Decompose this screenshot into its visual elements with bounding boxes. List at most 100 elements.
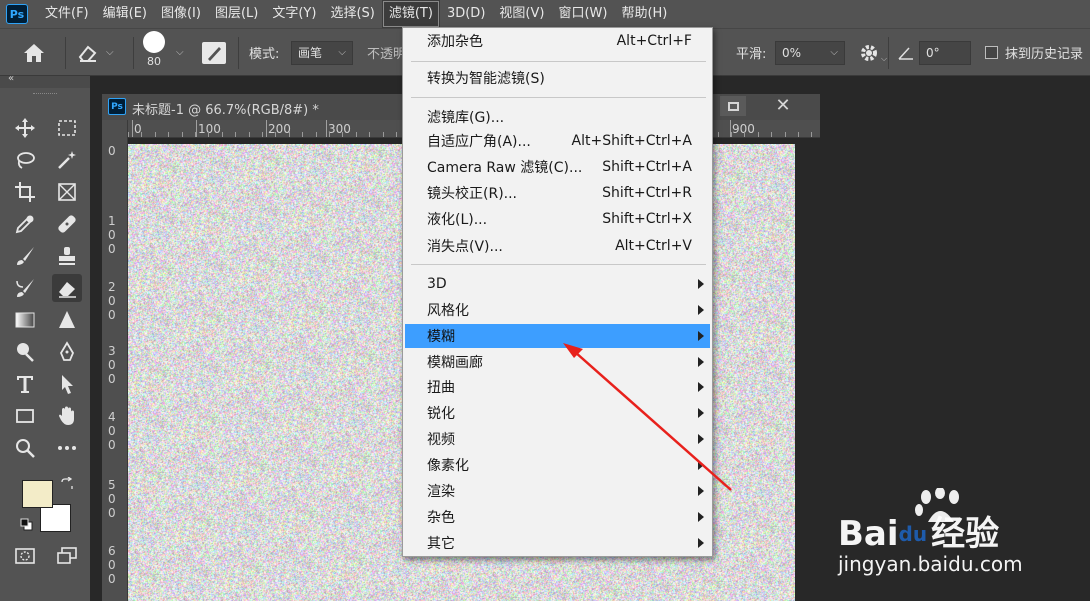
menu-item-submenu-4-label: 扭曲 xyxy=(427,380,455,396)
eyedropper-icon[interactable] xyxy=(10,210,40,238)
menu-filter[interactable]: 滤镜(T) xyxy=(381,0,440,28)
magic-wand-icon[interactable] xyxy=(52,146,82,174)
angle-input[interactable]: 0° xyxy=(919,40,971,65)
tools-panel: « xyxy=(0,73,90,601)
restore-icon[interactable] xyxy=(720,96,746,116)
menu-separator xyxy=(411,264,706,265)
ruler-h-label: 100 xyxy=(198,122,221,136)
close-icon[interactable]: ✕ xyxy=(770,95,796,117)
menu-image[interactable]: 图像(I) xyxy=(154,0,208,28)
screen-mode-icon[interactable] xyxy=(52,542,82,570)
menu-item-submenu-10-label: 其它 xyxy=(427,536,455,552)
photoshop-window: Ps 文件(F) 编辑(E) 图像(I) 图层(L) 文字(Y) 选择(S) 滤… xyxy=(0,0,1090,601)
menu-file[interactable]: 文件(F) xyxy=(38,0,96,28)
menu-item-submenu-2[interactable]: 模糊 xyxy=(405,324,710,348)
hand-tool-icon[interactable] xyxy=(52,402,82,430)
menu-item-filter-5[interactable]: 消失点(V)... Alt+Ctrl+V xyxy=(405,234,710,258)
menu-item-filter-3-shortcut: Shift+Ctrl+R xyxy=(602,185,692,201)
brush-size-picker[interactable]: 80 xyxy=(143,29,165,76)
home-icon[interactable] xyxy=(22,29,46,76)
rectangle-tool-icon[interactable] xyxy=(10,402,40,430)
sharpen-tool-icon[interactable] xyxy=(52,306,82,334)
menu-item-last-filter[interactable]: 添加杂色 Alt+Ctrl+F xyxy=(405,29,710,53)
zoom-tool-icon[interactable] xyxy=(10,434,40,462)
menu-item-submenu-7[interactable]: 像素化 xyxy=(405,453,710,477)
lasso-tool-icon[interactable] xyxy=(10,146,40,174)
menu-item-submenu-3[interactable]: 模糊画廊 xyxy=(405,350,710,374)
toolbar-grip[interactable]: « xyxy=(0,73,90,88)
menu-item-filter-3[interactable]: 镜头校正(R)... Shift+Ctrl+R xyxy=(405,181,710,205)
clone-stamp-icon[interactable] xyxy=(52,242,82,270)
brush-tool-icon[interactable] xyxy=(10,242,40,270)
menu-edit[interactable]: 编辑(E) xyxy=(96,0,154,28)
vertical-ruler[interactable]: 0 100 200 300 400 500 600 xyxy=(102,120,128,601)
brush-size-value: 80 xyxy=(147,55,161,68)
menu-item-submenu-10[interactable]: 其它 xyxy=(405,531,710,555)
default-colors-icon[interactable] xyxy=(20,518,34,536)
menu-item-submenu-8[interactable]: 渲染 xyxy=(405,479,710,503)
watermark-brand-cn: 经验 xyxy=(931,514,1000,554)
menu-item-submenu-9[interactable]: 杂色 xyxy=(405,505,710,529)
more-tools-icon[interactable] xyxy=(52,434,82,462)
history-label: 抹到历史记录 xyxy=(1005,47,1084,62)
menu-item-filter-2-label: Camera Raw 滤镜(C)... xyxy=(427,160,583,176)
ruler-h-label: 300 xyxy=(328,122,351,136)
menu-item-filter-1[interactable]: 自适应广角(A)... Alt+Shift+Ctrl+A xyxy=(405,129,710,153)
ruler-h-label: 200 xyxy=(268,122,291,136)
menu-item-filter-5-label: 消失点(V)... xyxy=(427,239,503,255)
pen-tool-icon[interactable] xyxy=(52,338,82,366)
menu-item-submenu-8-label: 渲染 xyxy=(427,484,455,500)
menu-window[interactable]: 窗口(W) xyxy=(551,0,614,28)
menu-item-convert-smart-label: 转换为智能滤镜(S) xyxy=(427,71,545,87)
menu-item-submenu-4[interactable]: 扭曲 xyxy=(405,375,710,399)
background-color-swatch[interactable] xyxy=(40,504,71,532)
menu-layer[interactable]: 图层(L) xyxy=(208,0,265,28)
history-brush-icon[interactable] xyxy=(10,274,40,302)
menu-item-submenu-0[interactable]: 3D xyxy=(405,272,710,296)
menu-view[interactable]: 视图(V) xyxy=(492,0,551,28)
submenu-arrow-icon xyxy=(698,305,704,315)
brush-picker-caret-icon[interactable]: ⌵ xyxy=(176,29,184,76)
swap-colors-icon[interactable] xyxy=(60,476,74,495)
collapse-icon[interactable]: « xyxy=(8,73,14,84)
path-selection-icon[interactable] xyxy=(52,370,82,398)
menu-bar: Ps 文件(F) 编辑(E) 图像(I) 图层(L) 文字(Y) 选择(S) 滤… xyxy=(0,0,1090,28)
gradient-tool-icon[interactable] xyxy=(10,306,40,334)
menu-type[interactable]: 文字(Y) xyxy=(265,0,323,28)
menu-item-submenu-7-label: 像素化 xyxy=(427,458,469,474)
frame-tool-icon[interactable] xyxy=(52,178,82,206)
eraser-preset-icon[interactable]: ⌵ xyxy=(76,29,114,76)
menu-item-convert-smart[interactable]: 转换为智能滤镜(S) xyxy=(405,66,710,90)
smooth-dropdown[interactable]: 0% ⌵ xyxy=(775,40,845,65)
menu-item-filter-2[interactable]: Camera Raw 滤镜(C)... Shift+Ctrl+A xyxy=(405,155,710,179)
menu-item-submenu-6[interactable]: 视频 xyxy=(405,427,710,451)
menu-select[interactable]: 选择(S) xyxy=(323,0,381,28)
menu-item-submenu-5[interactable]: 锐化 xyxy=(405,401,710,425)
submenu-arrow-icon xyxy=(698,512,704,522)
ruler-v-label: 0 xyxy=(108,144,116,158)
menu-item-filter-0[interactable]: 滤镜库(G)... xyxy=(405,105,710,129)
submenu-arrow-icon xyxy=(698,357,704,367)
eraser-tool-icon[interactable] xyxy=(52,274,82,302)
quick-mask-icon[interactable] xyxy=(10,542,40,570)
move-tool-icon[interactable] xyxy=(10,114,40,142)
menu-item-submenu-6-label: 视频 xyxy=(427,432,455,448)
marquee-tool-icon[interactable] xyxy=(52,114,82,142)
gear-icon[interactable]: ⌵ xyxy=(858,29,887,76)
menu-separator xyxy=(411,61,706,62)
type-tool-icon[interactable] xyxy=(10,370,40,398)
foreground-color-swatch[interactable] xyxy=(22,480,53,508)
menu-help[interactable]: 帮助(H) xyxy=(614,0,674,28)
ps-logo-icon[interactable]: Ps xyxy=(6,4,28,24)
menu-3d[interactable]: 3D(D) xyxy=(440,0,492,28)
ps-doc-icon: Ps xyxy=(108,98,126,115)
mode-label: 模式: xyxy=(249,47,280,62)
menu-item-submenu-1[interactable]: 风格化 xyxy=(405,298,710,322)
mode-dropdown[interactable]: 画笔 ⌵ xyxy=(291,40,353,65)
history-checkbox[interactable]: 抹到历史记录 xyxy=(985,29,1083,76)
dodge-tool-icon[interactable] xyxy=(10,338,40,366)
crop-tool-icon[interactable] xyxy=(10,178,40,206)
healing-brush-icon[interactable] xyxy=(52,210,82,238)
brush-settings-icon[interactable] xyxy=(202,29,226,76)
menu-item-filter-4[interactable]: 液化(L)... Shift+Ctrl+X xyxy=(405,207,710,231)
